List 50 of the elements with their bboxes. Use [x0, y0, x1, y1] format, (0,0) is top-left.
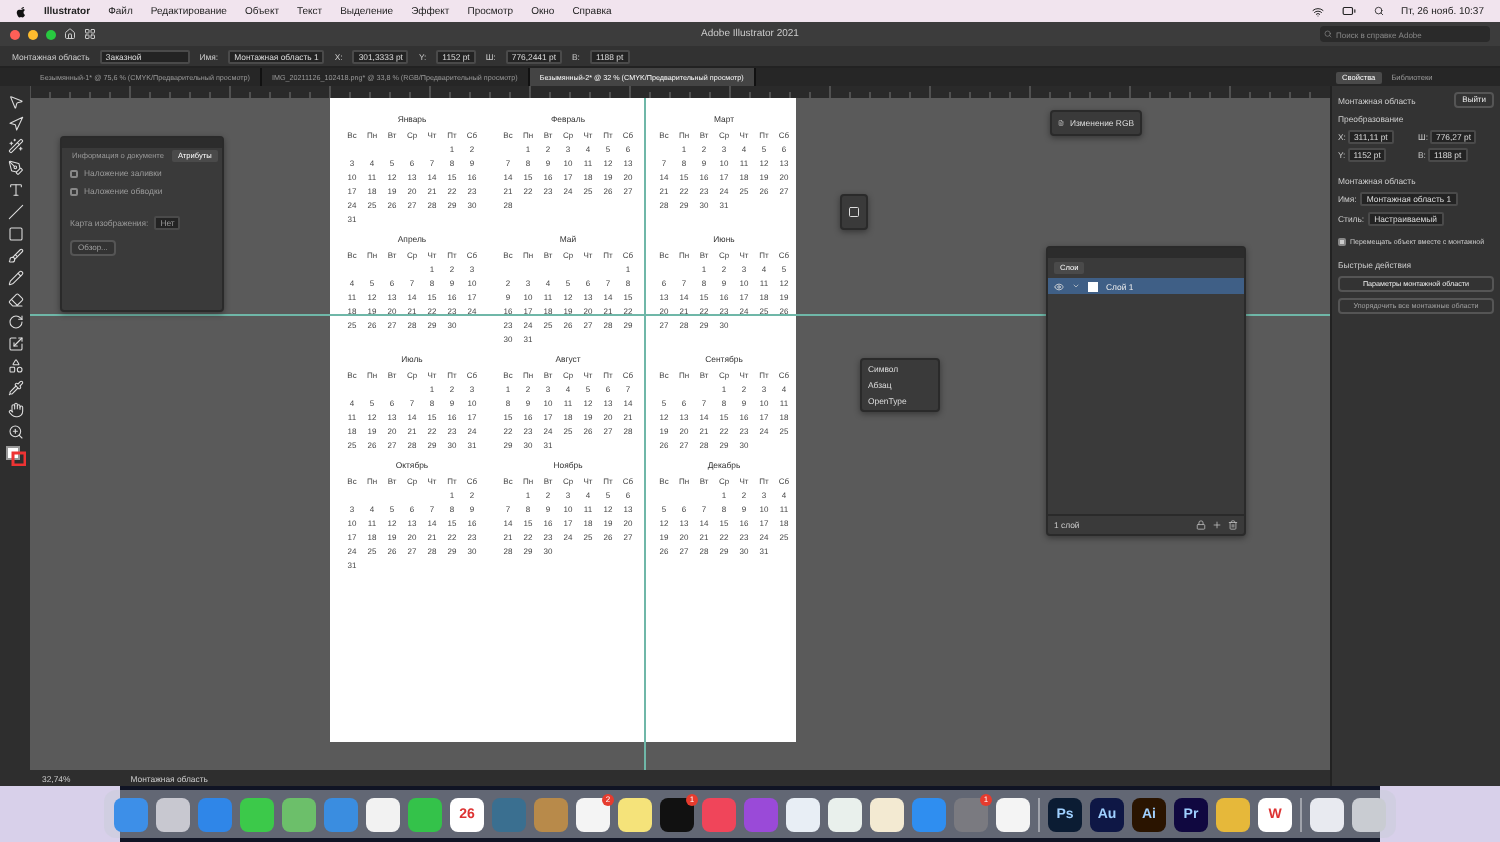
app-icon[interactable] [240, 797, 274, 831]
close-button[interactable] [10, 29, 20, 39]
checkbox[interactable] [1338, 238, 1346, 246]
eyedropper-icon[interactable] [7, 380, 23, 396]
workspace-icon[interactable] [84, 28, 96, 40]
delete-icon[interactable] [1228, 520, 1238, 530]
app-icon[interactable] [1216, 797, 1250, 831]
minimize-button[interactable] [28, 29, 38, 39]
magic-wand-icon[interactable] [7, 138, 23, 154]
app-icon[interactable] [282, 797, 316, 831]
type-icon[interactable] [7, 182, 23, 198]
battery-icon[interactable] [1341, 4, 1356, 18]
eye-icon[interactable] [1054, 281, 1064, 291]
zoom-icon[interactable] [7, 424, 23, 440]
app-icon[interactable] [618, 797, 652, 831]
direct-selection-icon[interactable] [7, 116, 23, 132]
document-icon [1058, 118, 1064, 128]
app-icon[interactable] [828, 797, 862, 831]
app-icon[interactable] [1352, 797, 1386, 831]
hand-icon[interactable] [7, 402, 23, 418]
square-icon[interactable] [848, 206, 860, 218]
add-icon[interactable] [1212, 520, 1222, 530]
app-icon[interactable] [786, 797, 820, 831]
pen-icon[interactable] [7, 160, 23, 176]
wifi-icon[interactable] [1311, 5, 1324, 17]
checkbox[interactable] [70, 169, 78, 177]
checkbox[interactable] [70, 187, 78, 195]
pencil-icon[interactable] [7, 270, 23, 286]
app-icon[interactable] [996, 797, 1030, 831]
lock-icon[interactable] [1196, 520, 1206, 530]
search-icon [1324, 30, 1332, 38]
fill-stroke-icon[interactable] [5, 446, 25, 466]
rectangle-icon[interactable] [7, 226, 23, 242]
app-icon[interactable] [156, 797, 190, 831]
apple-icon[interactable] [16, 5, 26, 17]
search-icon[interactable] [1373, 6, 1384, 16]
eraser-icon[interactable] [7, 292, 23, 308]
app-icon[interactable] [366, 797, 400, 831]
zoom-button[interactable] [46, 29, 56, 39]
layer-thumbnail [1088, 281, 1098, 291]
shapes-icon[interactable] [7, 358, 23, 374]
home-icon[interactable] [64, 28, 76, 40]
app-icon[interactable] [1310, 797, 1344, 831]
line-icon[interactable] [7, 204, 23, 220]
app-icon[interactable] [114, 797, 148, 831]
rotate-icon[interactable] [7, 314, 23, 330]
scale-icon[interactable] [7, 336, 23, 352]
brush-icon[interactable] [7, 248, 23, 264]
pointer-icon[interactable] [7, 94, 23, 110]
app-icon[interactable] [870, 797, 904, 831]
